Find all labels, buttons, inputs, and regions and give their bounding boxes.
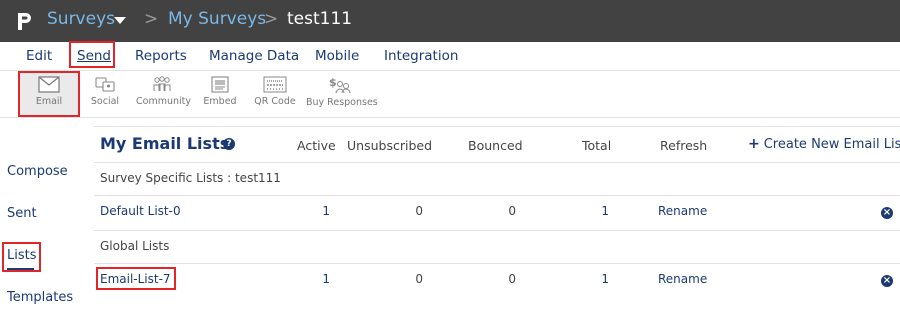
divider — [94, 230, 900, 231]
divider — [94, 126, 900, 127]
tool-embed[interactable]: Embed — [200, 76, 240, 107]
svg-text:$: $ — [329, 76, 337, 89]
plus-icon: + — [748, 136, 760, 152]
menu-reports[interactable]: Reports — [135, 48, 187, 64]
tool-label: Social — [90, 96, 120, 107]
page-title: My Email Lists — [100, 134, 230, 153]
main-menu: Edit Send Reports Manage Data Mobile Int… — [0, 42, 900, 71]
email-tool-highlight — [18, 71, 80, 117]
menu-edit[interactable]: Edit — [26, 48, 52, 64]
breadcrumb-separator: > — [264, 9, 279, 29]
sidebar-item-sent[interactable]: Sent — [7, 206, 37, 221]
menu-integration[interactable]: Integration — [384, 48, 458, 64]
delete-icon[interactable]: × — [881, 275, 893, 287]
sidebar-item-compose[interactable]: Compose — [7, 164, 68, 179]
delete-icon[interactable]: × — [881, 207, 893, 219]
list-total-count[interactable]: 1 — [579, 204, 609, 218]
divider — [94, 162, 900, 163]
section-label-survey-specific: Survey Specific Lists : test111 — [100, 171, 281, 185]
rename-link[interactable]: Rename — [658, 204, 707, 218]
list-active-count[interactable]: 1 — [300, 204, 330, 218]
tool-buy-responses[interactable]: $ Buy Responses — [306, 76, 378, 108]
tool-label: QR Code — [254, 96, 296, 107]
list-bounced-count: 0 — [508, 272, 516, 286]
list-unsubscribed-count: 0 — [415, 204, 423, 218]
buy-responses-icon: $ — [329, 76, 351, 94]
tool-community[interactable]: Community — [136, 76, 191, 107]
create-new-email-list-button[interactable]: + Create New Email List — [748, 136, 900, 152]
help-icon[interactable]: ? — [223, 138, 235, 150]
divider — [94, 195, 900, 196]
menu-manage-data[interactable]: Manage Data — [209, 48, 299, 64]
list-bounced-count: 0 — [508, 204, 516, 218]
column-header-unsubscribed: Unsubscribed — [347, 138, 432, 153]
tool-label: Embed — [203, 96, 237, 107]
column-header-refresh[interactable]: Refresh — [660, 138, 707, 153]
top-bar: Surveys > My Surveys > test111 — [0, 0, 900, 42]
tool-qr-code[interactable]: QR Code — [254, 76, 296, 107]
menu-mobile[interactable]: Mobile — [315, 48, 359, 64]
section-label-global: Global Lists — [100, 239, 170, 253]
list-name-link[interactable]: Default List-0 — [100, 204, 181, 218]
column-header-total: Total — [582, 138, 612, 153]
email-list-highlight — [96, 267, 176, 290]
create-new-email-list-label: Create New Email List — [763, 137, 900, 152]
send-highlight — [69, 41, 115, 68]
app-logo-icon[interactable] — [15, 10, 35, 32]
tool-label: Buy Responses — [306, 97, 378, 108]
list-unsubscribed-count: 0 — [415, 272, 423, 286]
breadcrumb-current: test111 — [287, 9, 353, 29]
tool-label: Community — [136, 96, 191, 107]
surveys-menu[interactable]: Surveys — [47, 9, 115, 29]
breadcrumb-my-surveys[interactable]: My Surveys — [168, 9, 266, 29]
qr-code-icon — [263, 76, 287, 93]
sidebar-item-templates[interactable]: Templates — [7, 290, 73, 305]
chevron-down-icon[interactable] — [114, 17, 126, 24]
list-total-count[interactable]: 1 — [579, 272, 609, 286]
rename-link[interactable]: Rename — [658, 272, 707, 286]
divider — [94, 263, 900, 264]
list-active-count[interactable]: 1 — [300, 272, 330, 286]
column-header-bounced: Bounced — [468, 138, 523, 153]
column-header-active: Active — [297, 138, 336, 153]
breadcrumb-separator: > — [144, 9, 159, 29]
send-toolbar — [0, 71, 900, 118]
community-icon — [153, 76, 171, 91]
embed-icon — [211, 76, 229, 93]
social-icon — [95, 77, 115, 92]
lists-highlight — [2, 242, 41, 272]
tool-social[interactable]: Social — [85, 76, 125, 107]
